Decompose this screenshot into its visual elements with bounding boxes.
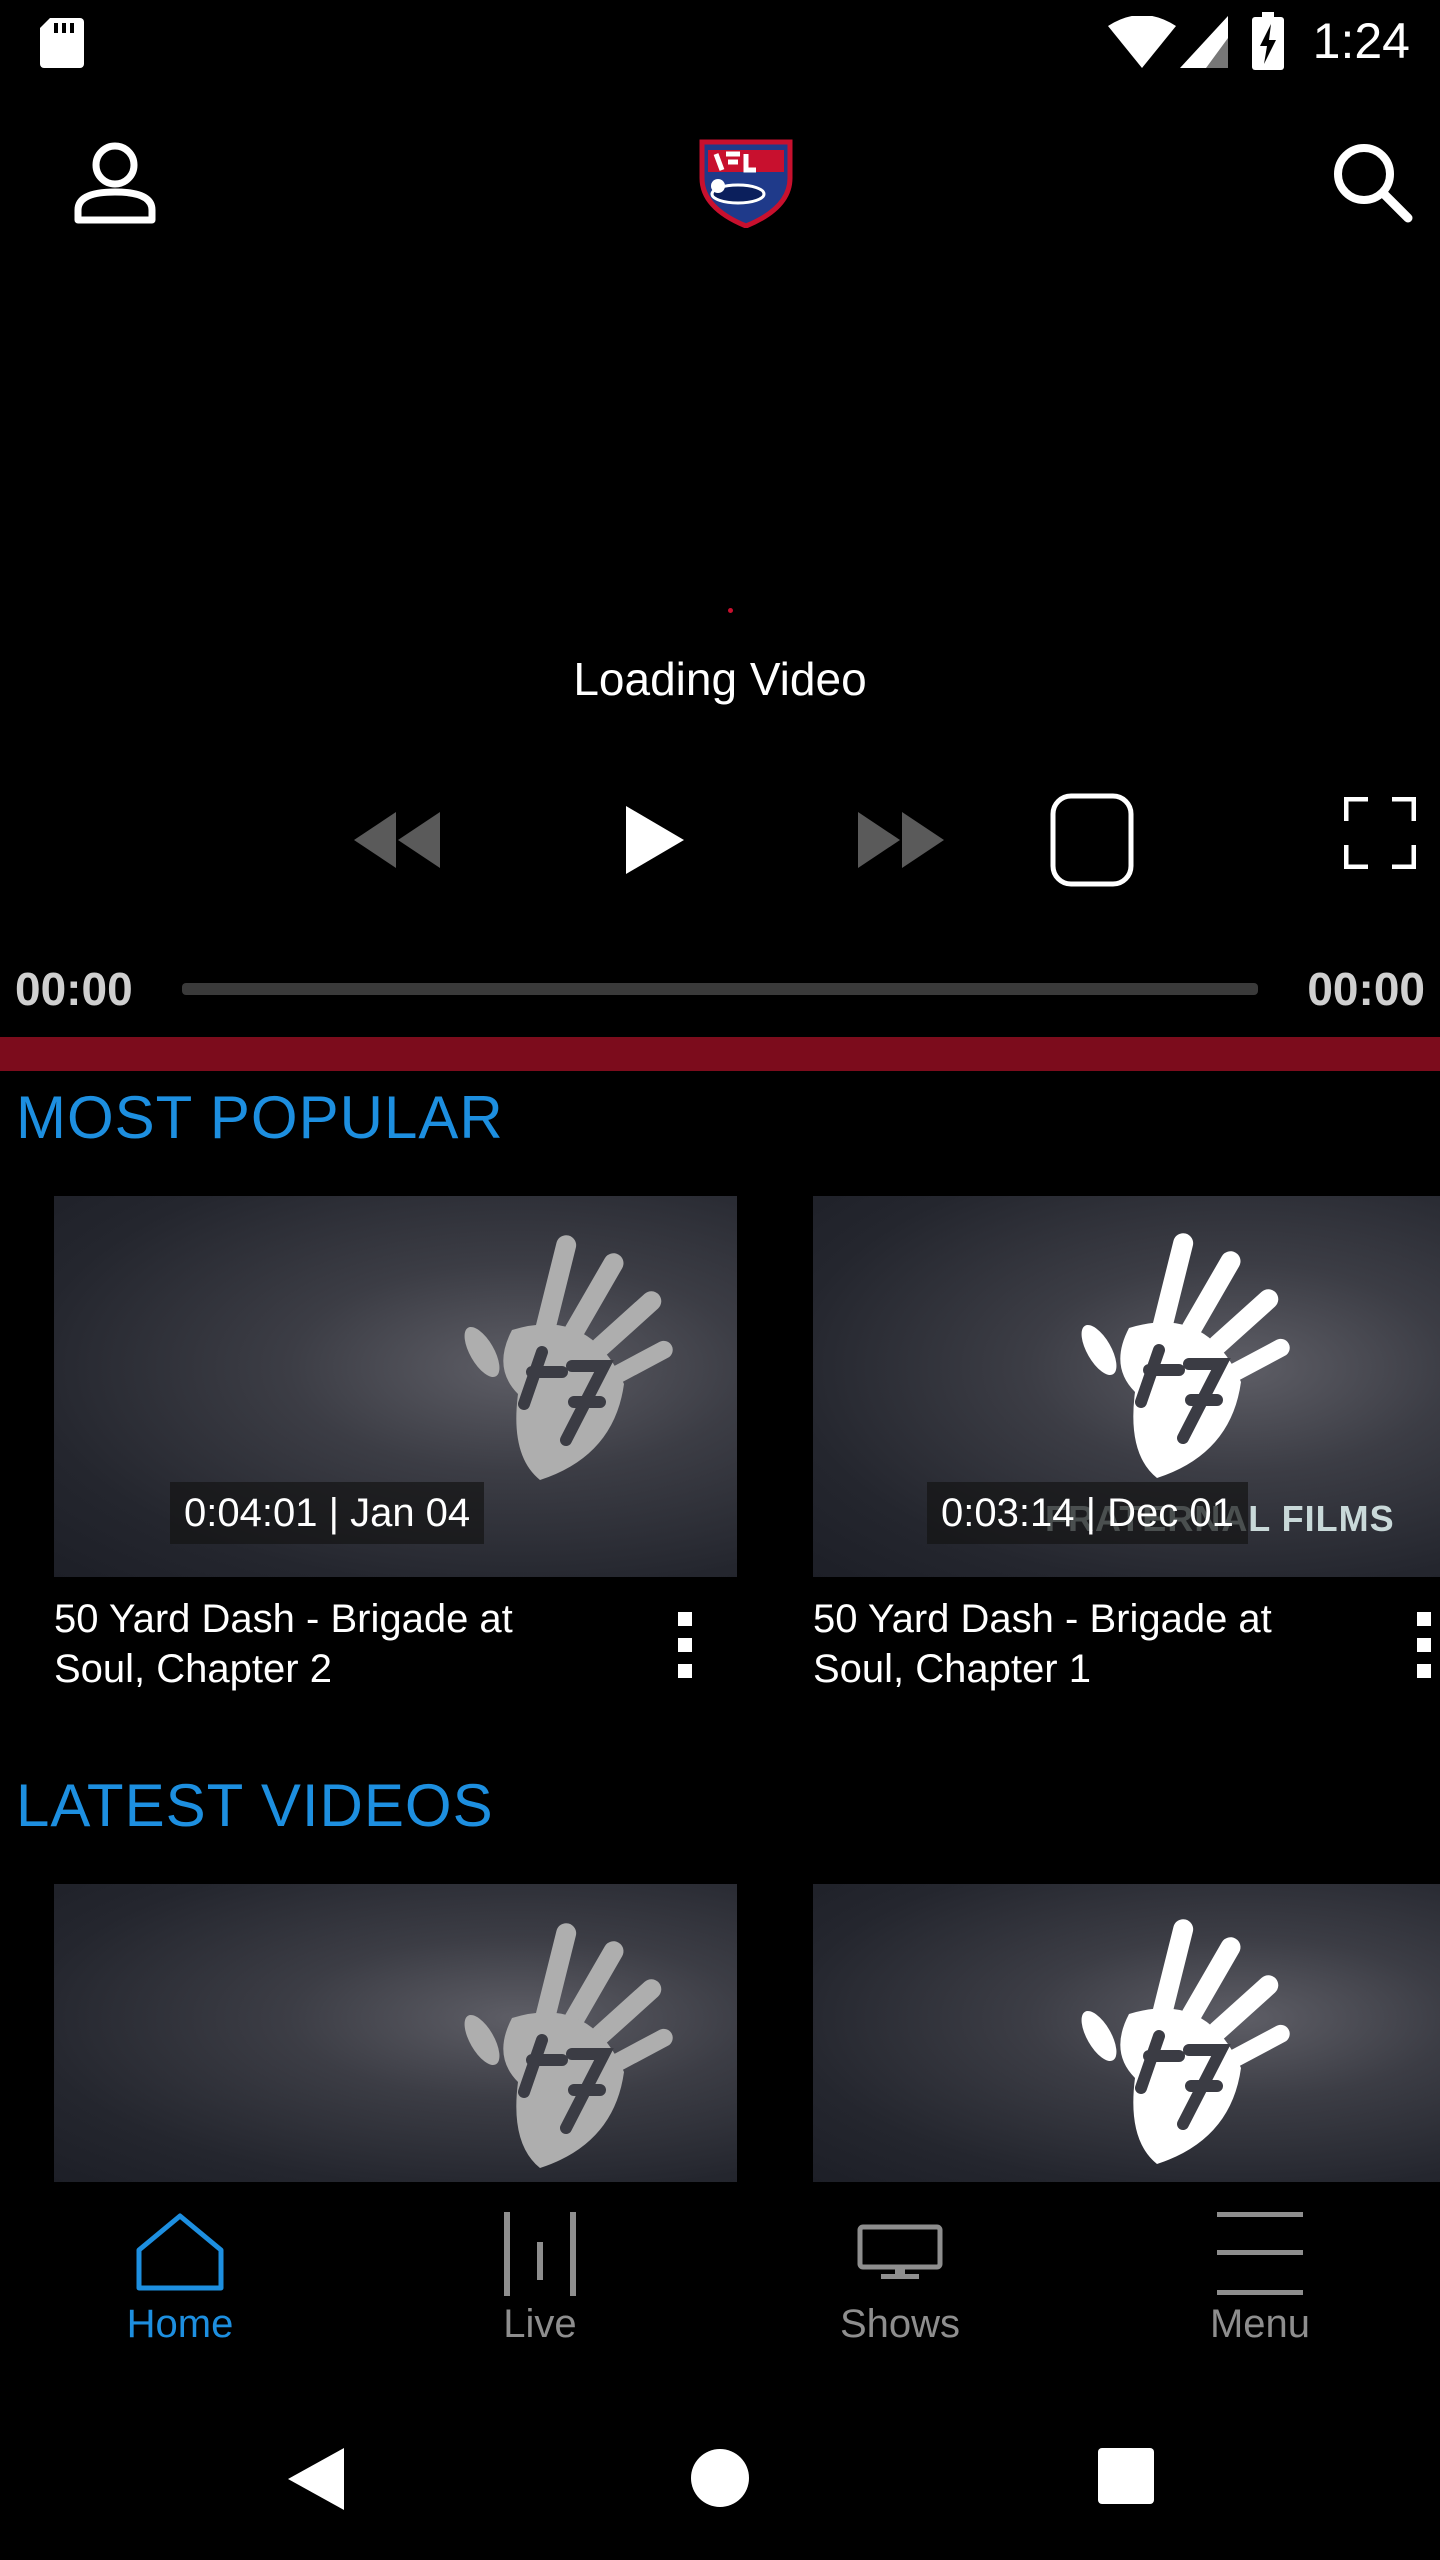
profile-icon[interactable] bbox=[72, 140, 158, 226]
hand-logo-icon bbox=[1081, 1919, 1290, 2164]
video-thumbnail[interactable] bbox=[54, 1884, 737, 2182]
rewind-icon[interactable] bbox=[354, 812, 440, 868]
live-icon bbox=[504, 2212, 576, 2296]
nav-label-live: Live bbox=[503, 2302, 577, 2346]
nav-label-home: Home bbox=[126, 2302, 234, 2346]
duration-badge: 0:03:14 | Dec 01 bbox=[927, 1482, 1248, 1544]
nav-label-shows: Shows bbox=[839, 2302, 961, 2346]
recents-icon[interactable] bbox=[1098, 2448, 1154, 2504]
home-icon bbox=[136, 2213, 224, 2291]
clock: 1:24 bbox=[1312, 13, 1410, 69]
section-divider bbox=[0, 1037, 1440, 1071]
loading-spinner bbox=[728, 608, 733, 613]
video-thumbnail[interactable]: FRATERNAL FILMS 0:03:14 | Dec 01 bbox=[813, 1196, 1440, 1577]
loading-text: Loading Video bbox=[573, 653, 867, 705]
cast-button[interactable] bbox=[1050, 793, 1134, 887]
back-icon[interactable] bbox=[288, 2448, 344, 2510]
tv-icon bbox=[857, 2224, 943, 2279]
seek-bar[interactable] bbox=[182, 983, 1258, 995]
current-time: 00:00 bbox=[15, 963, 133, 1015]
battery-charging-icon bbox=[1252, 12, 1284, 70]
more-options-icon[interactable] bbox=[654, 1606, 714, 1686]
bottom-navigation: Home Live Shows Menu bbox=[0, 2182, 1440, 2372]
section-title-most-popular: MOST POPULAR bbox=[16, 1084, 504, 1151]
more-options-icon[interactable] bbox=[1393, 1606, 1440, 1686]
nav-home[interactable]: Home bbox=[0, 2182, 360, 2372]
video-thumbnail[interactable]: 0:04:01 | Jan 04 bbox=[54, 1196, 737, 1577]
nav-live[interactable]: Live bbox=[360, 2182, 720, 2372]
hand-logo-icon bbox=[464, 1235, 673, 1480]
fast-forward-icon[interactable] bbox=[858, 812, 944, 868]
cell-signal-icon bbox=[1180, 16, 1228, 68]
hand-logo-icon bbox=[464, 1923, 673, 2168]
sd-card-icon bbox=[40, 18, 84, 68]
home-circle-icon[interactable] bbox=[690, 2448, 750, 2508]
system-navigation-bar bbox=[0, 2400, 1440, 2560]
status-bar: 1:24 bbox=[0, 0, 1440, 84]
video-title[interactable]: 50 Yard Dash - Brigade at Soul, Chapter … bbox=[813, 1594, 1373, 1694]
play-icon[interactable] bbox=[626, 806, 684, 874]
menu-icon bbox=[1217, 2212, 1303, 2295]
nav-shows[interactable]: Shows bbox=[720, 2182, 1080, 2372]
video-thumbnail[interactable] bbox=[813, 1884, 1440, 2182]
nav-label-menu: Menu bbox=[1209, 2302, 1311, 2346]
nav-menu[interactable]: Menu bbox=[1080, 2182, 1440, 2372]
app-header bbox=[0, 84, 1440, 284]
fullscreen-icon[interactable] bbox=[1344, 797, 1416, 869]
search-icon[interactable] bbox=[1330, 140, 1414, 224]
duration-badge: 0:04:01 | Jan 04 bbox=[170, 1482, 485, 1544]
wifi-icon bbox=[1108, 16, 1176, 68]
hand-logo-icon bbox=[1081, 1233, 1290, 1478]
afl-logo[interactable] bbox=[688, 134, 804, 228]
section-title-latest-videos: LATEST VIDEOS bbox=[16, 1772, 494, 1839]
video-title[interactable]: 50 Yard Dash - Brigade at Soul, Chapter … bbox=[54, 1594, 614, 1694]
total-time: 00:00 bbox=[1307, 963, 1425, 1015]
